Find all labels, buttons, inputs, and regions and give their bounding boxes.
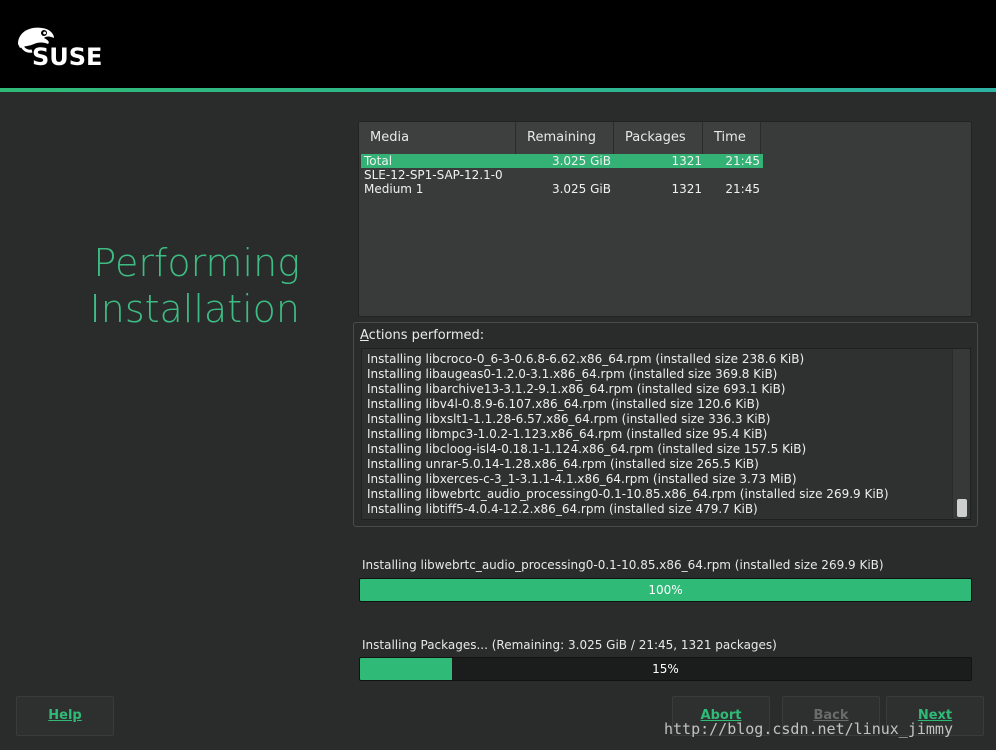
media-table[interactable]: Media Remaining Packages Time Total 3.02…	[358, 121, 972, 317]
cell-time: 21:45	[725, 182, 760, 196]
log-line: Installing libaugeas0-1.2.0-3.1.x86_64.r…	[367, 367, 778, 381]
cell-remaining: 3.025 GiB	[551, 182, 611, 196]
cell-media: Medium 1	[364, 182, 424, 196]
media-table-header: Media Remaining Packages Time	[359, 122, 971, 154]
page-title: Performing Installation	[60, 240, 300, 332]
current-package-label: Installing libwebrtc_audio_processing0-0…	[362, 558, 884, 572]
table-row[interactable]: Medium 1 3.025 GiB 1321 21:45	[361, 182, 763, 196]
column-header-time[interactable]: Time	[703, 122, 761, 154]
actions-performed-label: Actions performed:	[360, 328, 484, 343]
cell-packages: 1321	[671, 182, 702, 196]
help-button[interactable]: Help	[16, 696, 114, 736]
table-row[interactable]: Total 3.025 GiB 1321 21:45	[361, 154, 763, 168]
log-line: Installing libxerces-c-3_1-3.1.1-4.1.x86…	[367, 472, 797, 486]
installer-window: SUSE Performing Installation Media Remai…	[0, 0, 996, 750]
actions-label-accelerator: A	[360, 328, 369, 343]
suse-wordmark: SUSE	[32, 43, 103, 71]
page-title-line2: Installation	[89, 287, 300, 331]
actions-log[interactable]: Installing libcroco-0_6-3-0.6.8-6.62.x86…	[361, 348, 971, 520]
watermark-url: http://blog.csdn.net/linux_jimmy	[664, 720, 953, 738]
log-line: Installing libtiff5-4.0.4-12.2.x86_64.rp…	[367, 502, 758, 516]
cell-time: 21:45	[725, 154, 760, 168]
column-header-media[interactable]: Media	[359, 122, 516, 154]
log-line: Installing libwebrtc_audio_processing0-0…	[367, 487, 889, 501]
header-bar: SUSE	[0, 0, 996, 88]
cell-packages: 1321	[671, 154, 702, 168]
actions-performed-group: Actions performed: Installing libcroco-0…	[353, 322, 978, 527]
current-package-progress-text: 100%	[648, 583, 683, 597]
total-progress-label: Installing Packages... (Remaining: 3.025…	[362, 638, 777, 652]
current-package-progress-bar: 100%	[359, 578, 972, 602]
table-row[interactable]: SLE-12-SP1-SAP-12.1-0	[361, 168, 763, 182]
cell-media: SLE-12-SP1-SAP-12.1-0	[364, 168, 503, 182]
total-progress-bar: 15%	[359, 657, 972, 681]
log-line: Installing libv4l-0.8.9-6.107.x86_64.rpm…	[367, 397, 760, 411]
column-header-remaining[interactable]: Remaining	[516, 122, 614, 154]
page-title-line1: Performing	[93, 241, 300, 285]
actions-label-text: ctions performed:	[368, 328, 485, 343]
log-scrollbar[interactable]	[952, 349, 970, 519]
header-accent-line	[0, 88, 996, 92]
cell-remaining: 3.025 GiB	[551, 154, 611, 168]
log-line: Installing libcloog-isl4-0.18.1-1.124.x8…	[367, 442, 807, 456]
log-line: Installing libmpc3-1.0.2-1.123.x86_64.rp…	[367, 427, 768, 441]
column-header-packages[interactable]: Packages	[614, 122, 703, 154]
cell-media: Total	[364, 154, 393, 168]
log-line: Installing libcroco-0_6-3-0.6.8-6.62.x86…	[367, 352, 805, 366]
total-progress-text: 15%	[652, 662, 679, 676]
log-line: Installing unrar-5.0.14-1.28.x86_64.rpm …	[367, 457, 759, 471]
log-line: Installing libxslt1-1.1.28-6.57.x86_64.r…	[367, 412, 771, 426]
log-scrollbar-thumb[interactable]	[957, 499, 967, 517]
log-line: Installing libarchive13-3.1.2-9.1.x86_64…	[367, 382, 786, 396]
